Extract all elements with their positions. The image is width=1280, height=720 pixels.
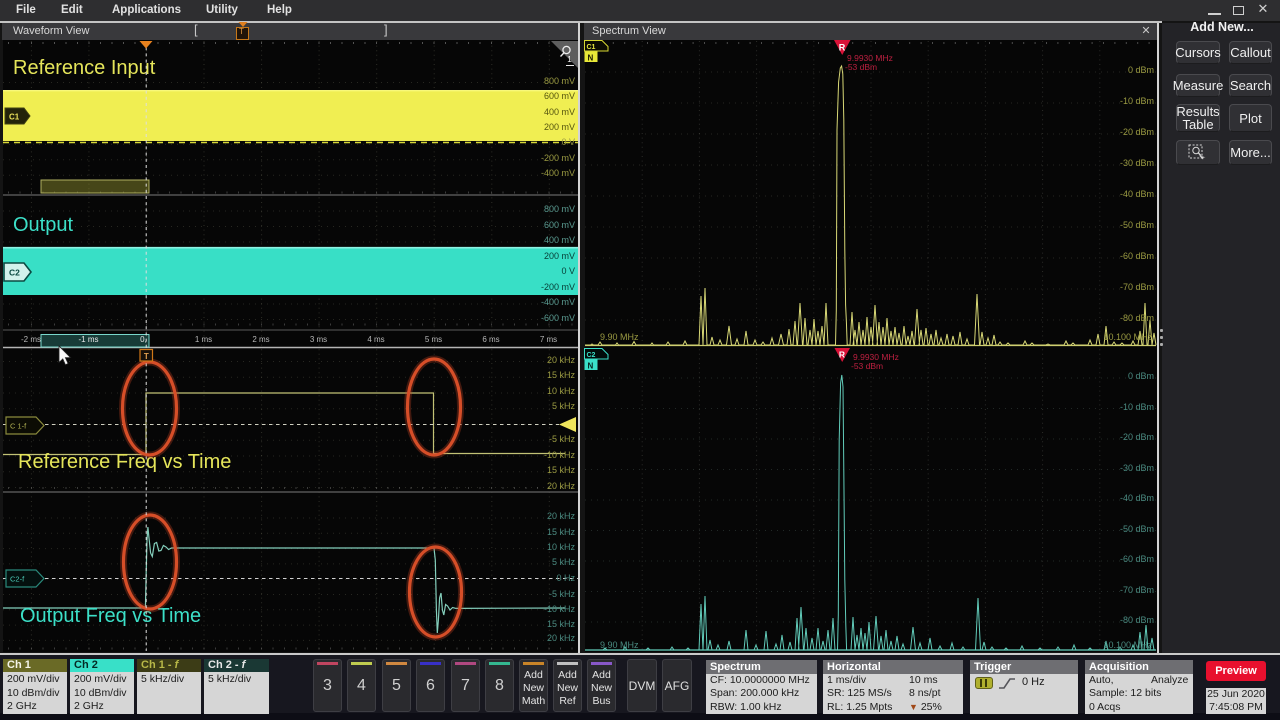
svg-text:R: R (839, 350, 845, 360)
svg-text:C2: C2 (587, 352, 596, 359)
svg-text:T: T (144, 352, 149, 361)
svg-text:C1: C1 (587, 44, 596, 51)
svg-text:C1: C1 (9, 113, 20, 122)
svg-text:R: R (839, 43, 846, 53)
svg-text:C2: C2 (9, 268, 20, 278)
svg-text:N: N (588, 362, 594, 371)
svg-text:1: 1 (567, 55, 572, 64)
svg-text:C2-f: C2-f (10, 575, 25, 584)
svg-text:N: N (588, 54, 594, 63)
svg-text:C 1-f: C 1-f (10, 422, 27, 431)
